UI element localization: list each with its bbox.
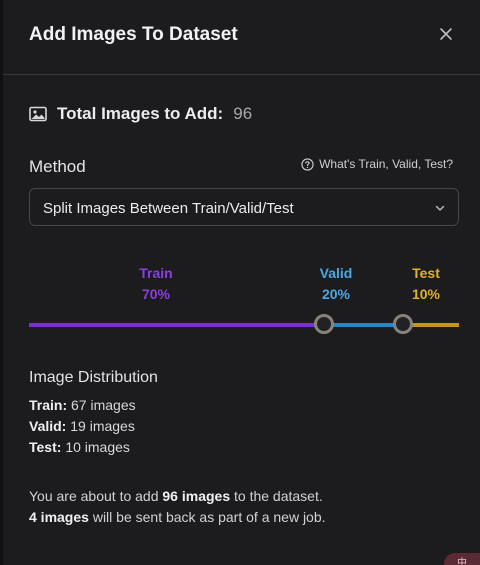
- dialog-title: Add Images To Dataset: [29, 24, 238, 45]
- image-icon: [29, 106, 47, 122]
- valid-distribution-label: Valid:: [29, 418, 67, 434]
- method-select-value: Split Images Between Train/Valid/Test: [43, 200, 294, 217]
- train-track: [29, 323, 324, 327]
- valid-distribution-value: 19 images: [70, 418, 135, 434]
- test-distribution-label: Test:: [29, 439, 62, 455]
- help-link-text: What's Train, Valid, Test?: [319, 157, 453, 171]
- help-link[interactable]: What's Train, Valid, Test?: [301, 157, 453, 171]
- train-valid-handle[interactable]: [313, 314, 334, 334]
- notice-return-count: 4 images: [29, 509, 89, 525]
- valid-test-handle[interactable]: [393, 314, 414, 334]
- notice-line-2: 4 images will be sent back as part of a …: [29, 507, 326, 528]
- method-label: Method: [29, 157, 86, 176]
- total-images-value: 96: [233, 104, 253, 123]
- train-split-name: Train: [139, 265, 173, 281]
- valid-split-label: Valid 20%: [306, 265, 366, 302]
- total-images: Total Images to Add: 96: [29, 104, 252, 124]
- split-slider[interactable]: [29, 312, 459, 338]
- total-images-label: Total Images to Add:: [57, 104, 224, 123]
- notice-line-1-suffix: to the dataset.: [234, 488, 323, 504]
- corner-badge[interactable]: 中: [444, 553, 480, 565]
- notice-line-1-prefix: You are about to add: [29, 488, 159, 504]
- add-notice: You are about to add 96 images to the da…: [29, 486, 326, 528]
- test-distribution: Test: 10 images: [29, 439, 130, 455]
- method-select[interactable]: Split Images Between Train/Valid/Test: [29, 188, 459, 226]
- chevron-down-icon: [435, 205, 445, 211]
- close-icon[interactable]: [438, 26, 454, 42]
- valid-split-percent: 20%: [321, 286, 351, 302]
- train-distribution: Train: 67 images: [29, 397, 136, 413]
- valid-track: [323, 323, 404, 327]
- train-split-label: Train 70%: [126, 265, 186, 302]
- valid-distribution: Valid: 19 images: [29, 418, 135, 434]
- train-distribution-label: Train:: [29, 397, 68, 413]
- test-split-percent: 10%: [411, 286, 441, 302]
- dialog-header: Add Images To Dataset: [3, 0, 480, 75]
- distribution-title: Image Distribution: [29, 369, 158, 386]
- valid-split-name: Valid: [319, 265, 353, 281]
- notice-image-count: 96 images: [162, 488, 231, 504]
- train-split-percent: 70%: [141, 286, 171, 302]
- test-split-label: Test 10%: [396, 265, 456, 302]
- question-circle-icon: [301, 157, 314, 171]
- add-images-dialog: Add Images To Dataset Total Images to Ad…: [0, 0, 480, 565]
- test-split-name: Test: [412, 265, 440, 281]
- notice-line-1: You are about to add 96 images to the da…: [29, 486, 326, 507]
- test-distribution-value: 10 images: [65, 439, 130, 455]
- notice-line-2-suffix: will be sent back as part of a new job.: [92, 509, 326, 525]
- train-distribution-value: 67 images: [71, 397, 136, 413]
